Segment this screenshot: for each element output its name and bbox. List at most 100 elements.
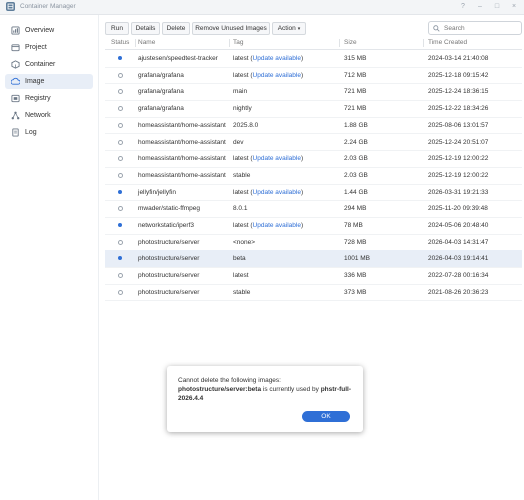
image-tag-cell: 8.0.1 — [233, 205, 247, 212]
table-row[interactable]: homeassistant/home-assistant latest (Upda… — [105, 150, 522, 168]
paren: ) — [300, 55, 304, 62]
image-size: 294 MB — [344, 205, 367, 213]
dialog-message: Cannot delete the following images: phot… — [178, 376, 356, 403]
update-available-link[interactable]: Update available — [253, 55, 301, 62]
status-stopped-icon — [118, 72, 123, 78]
time-created: 2021-08-26 20:36:23 — [428, 288, 489, 296]
delete-button[interactable]: Delete — [162, 22, 190, 35]
table-row[interactable]: jellyfin/jellyfin latest (Update availabl… — [105, 184, 522, 202]
image-size: 2.03 GB — [344, 171, 368, 179]
column-time-created[interactable]: Time Created — [428, 39, 467, 46]
update-available-link[interactable]: Update available — [253, 189, 301, 196]
action-label: Action — [277, 25, 296, 32]
table-row[interactable]: networkstatic/iperf3 latest (Update avail… — [105, 217, 522, 235]
image-tag: latest — [233, 222, 249, 229]
image-name: networkstatic/iperf3 — [138, 222, 194, 229]
table-row[interactable]: photostructure/server <none> 728 MB 2026-04… — [105, 234, 522, 252]
run-button[interactable]: Run — [105, 22, 129, 35]
sidebar-item-label: Image — [25, 78, 45, 85]
image-name: photostructure/server — [138, 238, 200, 246]
image-tag-cell: 2025.8.0 — [233, 122, 258, 129]
sidebar-item-network[interactable]: Network — [5, 108, 93, 123]
paren: ) — [300, 155, 304, 163]
image-size: 712 MB — [344, 71, 367, 79]
column-divider — [229, 39, 230, 47]
maximize-icon[interactable]: □ — [493, 2, 501, 11]
sidebar-item-label: Container — [25, 61, 56, 68]
image-tag-cell: dev — [233, 139, 243, 146]
time-created: 2026-03-31 19:21:33 — [428, 188, 489, 196]
update-available-link[interactable]: Update available — [253, 222, 301, 229]
title-bar: Container Manager ? – □ × — [0, 0, 524, 15]
paren: ) — [300, 222, 304, 229]
remove-unused-images-button[interactable]: Remove Unused Images — [192, 22, 270, 35]
container-manager-window: Container Manager ? – □ × Overview Proje… — [0, 0, 524, 500]
status-stopped-icon — [118, 106, 123, 112]
table-row[interactable]: grafana/grafana nightly 721 MB 2025-12-22 1… — [105, 100, 522, 118]
time-created: 2025-12-19 12:00:22 — [428, 155, 489, 163]
column-divider — [339, 39, 340, 47]
image-name: jellyfin/jellyfin — [138, 188, 176, 196]
image-name: homeassistant/home-assistant — [138, 138, 226, 146]
dialog-line1: Cannot delete the following images: — [178, 377, 281, 384]
image-size: 78 MB — [344, 222, 363, 229]
column-size[interactable]: Size — [344, 39, 357, 46]
image-size: 2.03 GB — [344, 155, 368, 163]
status-stopped-icon — [118, 156, 123, 162]
table-row[interactable]: homeassistant/home-assistant dev 2.24 GB 20… — [105, 134, 522, 152]
sidebar-item-label: Network — [25, 112, 51, 119]
time-created: 2025-12-24 18:36:15 — [428, 88, 489, 96]
image-tag-cell: <none> — [233, 239, 255, 246]
sidebar-item-image[interactable]: Image — [5, 74, 93, 89]
paren: ) — [300, 188, 304, 196]
image-tag: 8.0.1 — [233, 205, 248, 213]
sidebar-item-project[interactable]: Project — [5, 40, 93, 55]
table-row[interactable]: grafana/grafana latest (Update available)… — [105, 67, 522, 85]
action-dropdown[interactable]: Action ▾ — [272, 22, 306, 35]
sidebar-item-log[interactable]: Log — [5, 125, 93, 140]
update-available-link[interactable]: Update available — [253, 72, 301, 79]
column-name[interactable]: Name — [138, 39, 155, 46]
table-row[interactable]: mwader/static-ffmpeg 8.0.1 294 MB 2025-11-2… — [105, 200, 522, 218]
table-row[interactable]: ajustesen/speedtest-tracker latest (Updat… — [105, 50, 522, 68]
update-available-link[interactable]: Update available — [253, 155, 301, 162]
sidebar-item-container[interactable]: Container — [5, 57, 93, 72]
table-row[interactable]: photostructure/server latest 336 MB 2022-07… — [105, 267, 522, 285]
time-created: 2024-03-14 21:40:08 — [428, 55, 489, 62]
paren: ) — [300, 71, 304, 79]
dialog-middle-text: is currently used by — [261, 386, 321, 393]
image-tag-cell: nightly — [233, 105, 252, 112]
sidebar-item-registry[interactable]: Registry — [5, 91, 93, 106]
search-box[interactable] — [428, 21, 522, 35]
image-size: 721 MB — [344, 105, 367, 113]
image-tag: latest — [233, 155, 249, 163]
image-tag-cell: latest (Update available) — [233, 222, 303, 229]
image-tag-cell: main — [233, 88, 247, 95]
status-stopped-icon — [118, 289, 123, 295]
table-row[interactable]: homeassistant/home-assistant 2025.8.0 1.88… — [105, 117, 522, 135]
column-tag[interactable]: Tag — [233, 39, 243, 46]
help-icon[interactable]: ? — [459, 2, 467, 11]
time-created: 2025-08-06 13:01:57 — [428, 121, 489, 129]
close-icon[interactable]: × — [510, 2, 518, 11]
sidebar-item-overview[interactable]: Overview — [5, 23, 93, 38]
table-row[interactable]: photostructure/server stable 373 MB 2021-08… — [105, 284, 522, 302]
table-row[interactable]: homeassistant/home-assistant stable 2.03 G… — [105, 167, 522, 185]
ok-button[interactable]: OK — [302, 411, 350, 422]
image-name: grafana/grafana — [138, 105, 184, 113]
error-dialog: Cannot delete the following images: phot… — [167, 366, 363, 432]
details-button[interactable]: Details — [131, 22, 160, 35]
image-tag: 2025.8.0 — [233, 121, 259, 129]
search-input[interactable] — [444, 24, 514, 32]
time-created: 2025-12-22 18:34:26 — [428, 105, 489, 113]
status-stopped-icon — [118, 172, 123, 178]
log-icon — [10, 128, 20, 138]
table-row[interactable]: photostructure/server beta 1001 MB 2026-04-… — [105, 250, 522, 269]
minimize-icon[interactable]: – — [476, 2, 484, 11]
image-name: homeassistant/home-assistant — [138, 171, 226, 179]
status-stopped-icon — [118, 122, 123, 128]
image-size: 315 MB — [344, 55, 367, 62]
image-name: photostructure/server — [138, 288, 200, 296]
column-status[interactable]: Status — [111, 39, 129, 46]
table-row[interactable]: grafana/grafana main 721 MB 2025-12-24 18:3… — [105, 83, 522, 102]
